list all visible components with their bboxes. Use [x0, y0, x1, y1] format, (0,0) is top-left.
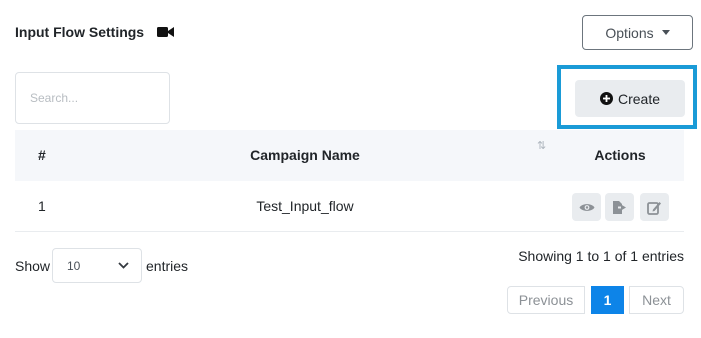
search-input[interactable]	[15, 72, 170, 124]
plus-circle-icon	[599, 92, 613, 105]
show-label: Show	[15, 258, 51, 274]
edit-button[interactable]	[640, 193, 669, 221]
entries-per-page-select[interactable]: 10	[52, 248, 142, 283]
table-header: # Campaign Name ⇅ Actions	[15, 130, 684, 181]
next-page-button[interactable]: Next	[629, 286, 684, 314]
caret-down-icon	[661, 30, 670, 35]
entries-label: entries	[146, 258, 189, 274]
column-header-actions: Actions	[594, 147, 646, 163]
page-1-button[interactable]: 1	[591, 286, 624, 314]
page-title: Input Flow Settings	[15, 24, 145, 40]
options-dropdown-button[interactable]: Options	[582, 15, 693, 50]
column-header-campaign-name[interactable]: Campaign Name	[15, 130, 595, 181]
table-row: 1 Test_Input_flow	[15, 181, 684, 232]
table-info: Showing 1 to 1 of 1 entries	[518, 248, 684, 264]
create-label: Create	[617, 90, 661, 107]
campaign-name-cell: Test_Input_flow	[256, 198, 354, 214]
chevron-down-icon	[118, 262, 129, 269]
export-button[interactable]	[605, 193, 634, 221]
previous-page-button[interactable]: Previous	[507, 286, 585, 314]
video-camera-icon	[157, 27, 174, 37]
view-icon	[579, 203, 594, 211]
sort-icon[interactable]: ⇅	[537, 141, 546, 152]
export-icon	[613, 200, 626, 214]
view-button[interactable]	[572, 193, 601, 221]
options-label: Options	[605, 24, 654, 41]
create-button[interactable]: Create	[575, 80, 685, 117]
edit-icon	[647, 201, 661, 215]
entries-select-value: 10	[67, 258, 81, 273]
